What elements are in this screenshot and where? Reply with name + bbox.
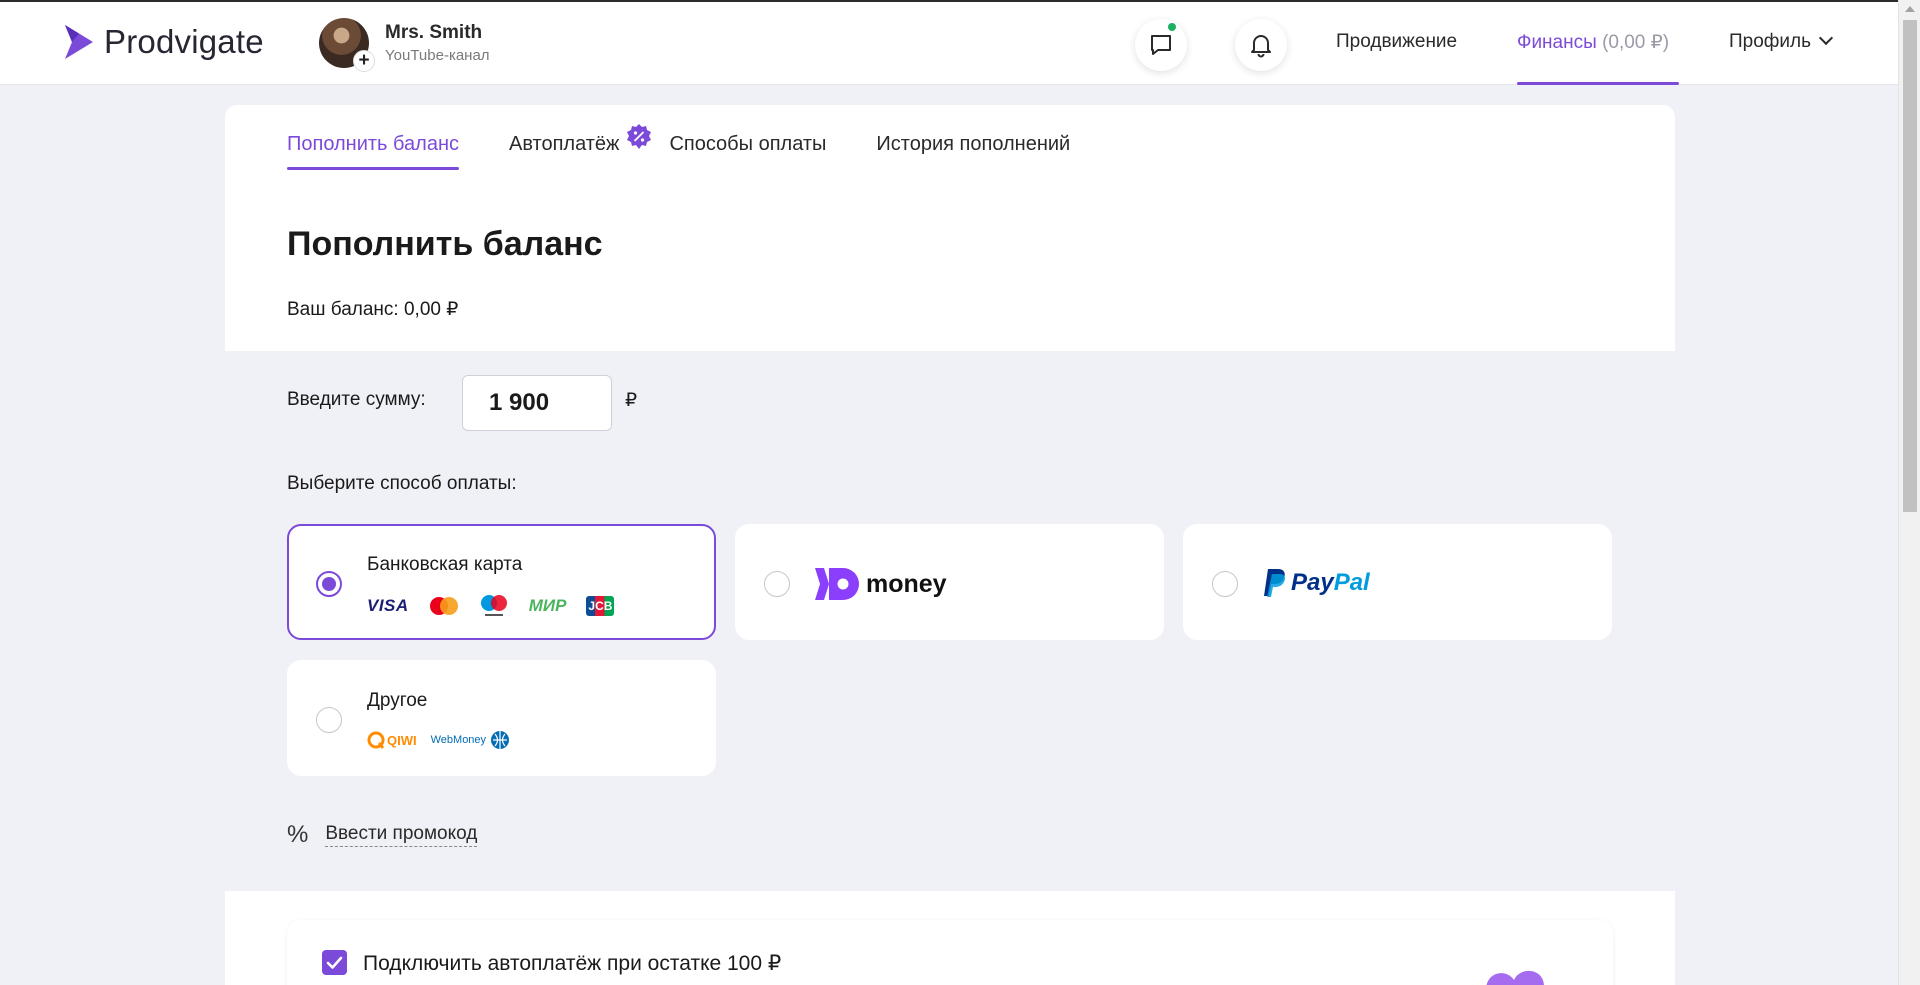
percent-badge-icon <box>627 124 652 149</box>
nav-finance-amount: (0,00 ₽) <box>1602 32 1670 53</box>
jcb-icon: JCB <box>586 596 615 616</box>
other-method-icons: QIWI WebMoney <box>367 730 510 750</box>
qiwi-text: QIWI <box>387 732 417 748</box>
logo-text: Prodvigate <box>104 23 264 60</box>
radio-paypal[interactable] <box>1212 571 1238 597</box>
qiwi-icon <box>367 731 385 749</box>
tab-label: История пополнений <box>876 133 1071 155</box>
chevron-down-icon <box>1818 30 1834 46</box>
add-account-icon[interactable]: + <box>353 50 375 72</box>
mir-icon: МИР <box>528 596 567 615</box>
sum-input[interactable] <box>462 375 612 431</box>
currency-symbol: ₽ <box>625 390 638 411</box>
nav-finance[interactable]: Финансы (0,00 ₽) <box>1517 31 1669 54</box>
percent-icon: % <box>287 821 309 848</box>
radio-other[interactable] <box>316 707 342 733</box>
visa-icon: VISA <box>367 596 409 615</box>
finance-card: Пополнить баланс Автоплатёж Способы опла… <box>225 105 1675 985</box>
payment-option-yoomoney[interactable]: money <box>735 524 1164 640</box>
mastercard-icon <box>429 597 458 615</box>
paypal-text-pay: Pay <box>1291 569 1334 596</box>
new-message-indicator <box>1168 23 1176 31</box>
tab-top-up-history[interactable]: История пополнений <box>876 133 1070 170</box>
chat-icon <box>1151 35 1171 55</box>
logo[interactable]: Prodvigate <box>62 22 264 62</box>
avatar[interactable]: + <box>319 18 375 72</box>
nav-promotion[interactable]: Продвижение <box>1336 31 1457 53</box>
autopay-checkbox[interactable] <box>322 950 347 975</box>
notifications-button[interactable] <box>1235 19 1287 71</box>
payment-option-title: Другое <box>367 690 428 711</box>
enter-promo-link[interactable]: Ввести промокод <box>325 823 478 847</box>
yoomoney-text: money <box>866 569 947 598</box>
radio-yoomoney[interactable] <box>764 571 790 597</box>
cloud-illustration-icon <box>1486 971 1544 985</box>
qiwi-logo: QIWI <box>367 731 417 749</box>
webmoney-globe-icon <box>491 731 510 749</box>
promo-code: % Ввести промокод <box>287 821 478 849</box>
tab-label: Пополнить баланс <box>287 133 459 155</box>
payment-option-other[interactable]: Другое QIWI WebMoney <box>287 660 716 776</box>
nav-active-indicator <box>1517 82 1679 85</box>
yoomoney-logo: money <box>815 568 947 600</box>
sum-label: Введите сумму: <box>287 389 426 410</box>
autopay-card: Подключить автоплатёж при остатке 100 ₽ <box>287 920 1613 985</box>
payment-form: Введите сумму: ₽ Выберите способ оплаты:… <box>225 351 1675 891</box>
paypal-text-pal: Pal <box>1333 569 1370 596</box>
payment-option-title: Банковская карта <box>367 554 523 575</box>
nav-finance-label: Финансы <box>1517 32 1597 53</box>
scroll-thumb[interactable] <box>1903 20 1917 512</box>
paypal-mark-icon <box>1264 569 1285 597</box>
payment-method-label: Выберите способ оплаты: <box>287 473 517 494</box>
account-subtitle: YouTube-канал <box>385 47 490 64</box>
paypal-logo: Pay Pal <box>1263 568 1370 598</box>
tab-label: Автоплатёж <box>509 133 620 155</box>
tab-payment-methods[interactable]: Способы оплаты <box>669 133 826 170</box>
account-name: Mrs. Smith <box>385 22 483 43</box>
maestro-icon <box>480 595 507 616</box>
account-switcher[interactable]: + Mrs. Smith YouTube-канал <box>319 18 490 72</box>
chat-button[interactable] <box>1135 19 1187 71</box>
webmoney-logo: WebMoney <box>431 730 510 750</box>
check-icon <box>326 956 343 969</box>
radio-bank-card[interactable] <box>316 571 342 597</box>
nav-profile[interactable]: Профиль <box>1729 30 1834 53</box>
nav-profile-label: Профиль <box>1729 31 1812 52</box>
yoomoney-mark-icon <box>815 568 859 600</box>
webmoney-text: WebMoney <box>430 734 487 746</box>
payment-option-paypal[interactable]: Pay Pal <box>1183 524 1612 640</box>
tab-autopay[interactable]: Автоплатёж <box>509 124 652 170</box>
payment-option-bank-card[interactable]: Банковская карта VISA МИР JCB <box>287 524 716 640</box>
page-title: Пополнить баланс <box>287 225 603 263</box>
balance-text: Ваш баланс: 0,00 ₽ <box>287 299 459 320</box>
tabs: Пополнить баланс Автоплатёж Способы опла… <box>287 124 1120 170</box>
tab-top-up[interactable]: Пополнить баланс <box>287 133 459 170</box>
page-scrollbar[interactable] <box>1898 0 1920 985</box>
scroll-up-icon[interactable] <box>1905 6 1915 12</box>
bell-icon <box>1251 35 1271 58</box>
tab-label: Способы оплаты <box>669 133 827 155</box>
logo-mark-icon <box>65 25 93 59</box>
top-bar: Prodvigate + Mrs. Smith YouTube-канал Пр… <box>0 0 1898 85</box>
autopay-text: Подключить автоплатёж при остатке 100 ₽ <box>363 952 782 975</box>
card-brand-icons: VISA МИР JCB <box>367 594 615 618</box>
